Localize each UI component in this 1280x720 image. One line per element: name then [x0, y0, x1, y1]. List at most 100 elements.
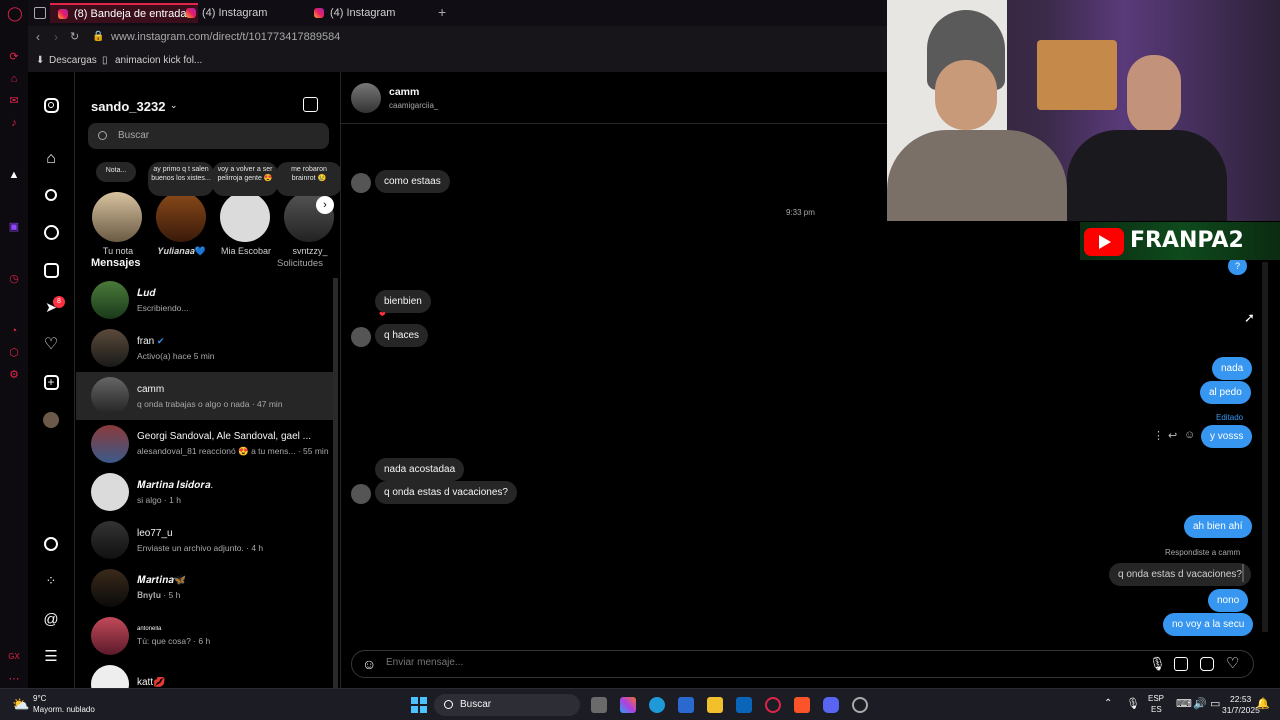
forward-icon[interactable]: › [54, 30, 58, 44]
tab-instagram[interactable]: (4) Instagram [306, 3, 426, 23]
back-icon[interactable]: ‹ [36, 30, 40, 44]
weather-icon[interactable]: ⛅ [12, 696, 29, 713]
requests-link[interactable]: Solicitudes [277, 258, 323, 269]
conversation-item[interactable]: Georgi Sandoval, Ale Sandoval, gael ... a… [76, 420, 334, 468]
messenger-icon[interactable]: ✉ [7, 94, 21, 108]
compose-icon[interactable] [303, 97, 318, 112]
tab-inbox[interactable]: (8) Bandeja de entrada • [50, 3, 198, 23]
tab-menu-icon[interactable] [34, 7, 46, 19]
meta-apps-icon[interactable]: ⁘ [42, 572, 60, 590]
message-outgoing[interactable]: y vosss [1201, 425, 1253, 448]
battery-icon[interactable]: ▭ [1210, 697, 1220, 710]
instagram-logo-icon[interactable] [42, 96, 60, 114]
menu-icon[interactable]: ☰ [42, 647, 60, 665]
message-incoming[interactable]: q haces [375, 324, 429, 347]
volume-icon[interactable]: 🔊 [1193, 697, 1207, 710]
history-icon[interactable]: ◷ [7, 272, 21, 286]
conversation-item[interactable]: 𝑴𝒂𝒓𝒕𝒊𝒏𝒂🦋 𝐁𝐧𝐲𝐭𝐮 · 5 h [76, 564, 334, 612]
message-input[interactable] [386, 657, 1086, 668]
conversation-item[interactable]: fran ✔ Activo(a) hace 5 min [76, 324, 334, 372]
message-outgoing[interactable]: ah bien ahí [1184, 515, 1252, 538]
conversation-item-selected[interactable]: camm q onda trabajas o algo o nada · 47 m… [76, 372, 334, 420]
network-icon[interactable]: ⌨ [1176, 697, 1192, 710]
notifications-icon[interactable]: ♡ [42, 335, 60, 353]
reels-icon[interactable] [42, 261, 60, 279]
conversation-item[interactable]: 𝑴𝒂𝒓𝒕𝒊𝒏𝒂 𝑰𝒔𝒊𝒅𝒐𝒓𝒂. si algo · 1 h [76, 468, 334, 516]
copilot-icon[interactable] [620, 697, 636, 713]
notification-bell-icon[interactable]: 🔔 [1256, 697, 1270, 710]
settings-icon[interactable]: ⚙ [7, 368, 21, 382]
message-incoming[interactable]: q onda estas d vacaciones? [375, 481, 517, 504]
reply-icon[interactable]: ↩ [1168, 429, 1177, 442]
bookmark-descargas[interactable]: Descargas [49, 55, 97, 66]
gx-control-icon[interactable]: ⟳ [7, 50, 21, 64]
discord-icon[interactable] [823, 697, 839, 713]
microphone-icon[interactable]: 🎙 [1149, 656, 1166, 672]
gx-corner-icon[interactable]: ⌂ [7, 72, 21, 86]
message-outgoing[interactable]: nono [1208, 589, 1249, 612]
search-box[interactable]: Buscar [88, 123, 329, 149]
opera-gx-icon[interactable] [765, 697, 781, 713]
clock-date[interactable]: 31/7/2025 [1222, 705, 1260, 715]
react-icon[interactable]: ☺ [1184, 429, 1195, 441]
message-incoming[interactable]: nada acostadaa [375, 458, 465, 481]
conversation-item[interactable]: katt💋 [76, 660, 334, 688]
chat-name[interactable]: camm [389, 86, 419, 98]
threads-icon[interactable]: @ [42, 610, 60, 628]
edge-icon[interactable] [649, 697, 665, 713]
conversation-item[interactable]: 𝑳𝒖𝒅 Escribiendo... [76, 276, 334, 324]
windows-start-icon[interactable] [411, 697, 427, 713]
sticker-icon[interactable] [1200, 657, 1214, 671]
image-icon[interactable] [1174, 657, 1188, 671]
message-outgoing[interactable]: no voy a la secu [1163, 613, 1254, 636]
conversation-item[interactable]: antonella Tú: que cosa? · 6 h [76, 612, 334, 660]
extensions-icon[interactable]: ⬡ [7, 346, 21, 360]
keyboard-layout-label[interactable]: ES [1151, 705, 1162, 714]
task-view-icon[interactable] [591, 697, 607, 713]
gx-player-icon[interactable]: ♪ [7, 116, 21, 130]
message-outgoing[interactable]: nada [1212, 357, 1253, 380]
clock-time[interactable]: 22:53 [1230, 694, 1251, 704]
outlook-icon[interactable] [736, 697, 752, 713]
message-outgoing[interactable]: al pedo [1200, 381, 1251, 404]
opera-logo-icon[interactable]: ◯ [7, 6, 23, 20]
note-item[interactable]: Nota... Tu nota [92, 162, 144, 257]
brave-icon[interactable] [794, 697, 810, 713]
more-options-icon[interactable]: ⋮ [1153, 429, 1164, 442]
more-icon[interactable]: ⋯ [7, 672, 21, 686]
file-explorer-icon[interactable] [707, 697, 723, 713]
chevron-down-icon[interactable]: ⌄ [170, 100, 178, 111]
chat-avatar[interactable] [351, 83, 381, 113]
home-icon[interactable]: ⌂ [42, 150, 60, 168]
threads-circle-icon[interactable] [42, 535, 60, 553]
search-input[interactable]: Buscar [118, 130, 149, 141]
emoji-icon[interactable]: ☺ [362, 656, 376, 672]
clock-icon[interactable]: ◔ [7, 324, 21, 338]
url-field[interactable]: www.instagram.com/direct/t/1017734178895… [111, 31, 340, 43]
search-icon[interactable] [42, 186, 60, 204]
obs-icon[interactable] [852, 697, 868, 713]
explore-icon[interactable] [42, 223, 60, 241]
chat-scrollbar[interactable] [1262, 262, 1268, 632]
create-icon[interactable]: + [42, 373, 60, 391]
chevron-up-icon[interactable]: ⌃ [1104, 698, 1112, 709]
store-icon[interactable] [678, 697, 694, 713]
quoted-message[interactable]: q onda estas d vacaciones? [1109, 563, 1251, 586]
account-username[interactable]: sando_3232 [91, 99, 165, 114]
new-tab-button[interactable]: + [438, 4, 446, 20]
reload-icon[interactable]: ↻ [70, 30, 79, 43]
note-item[interactable]: voy a volver a ser pelirroja gente 😍 Mia… [212, 162, 278, 257]
note-item[interactable]: ay primo q t salen buenos los xistes... … [148, 162, 214, 257]
language-label[interactable]: ESP [1148, 694, 1164, 703]
notes-next-button[interactable]: › [316, 196, 334, 214]
heart-icon[interactable]: ♡ [1226, 654, 1239, 672]
twitch-icon[interactable]: ▣ [7, 220, 21, 234]
kick-icon[interactable]: ▲ [7, 168, 21, 182]
profile-avatar[interactable] [42, 411, 60, 429]
taskbar-search[interactable]: Buscar [434, 694, 580, 716]
message-incoming[interactable]: como estaas [375, 170, 450, 193]
conversation-item[interactable]: leo77_u Enviaste un archivo adjunto. · 4 … [76, 516, 334, 564]
tab-instagram[interactable]: (4) Instagram [178, 3, 298, 23]
bookmark-animacion[interactable]: animacion kick fol... [115, 55, 202, 66]
microphone-icon[interactable]: 🎙 [1126, 697, 1140, 710]
